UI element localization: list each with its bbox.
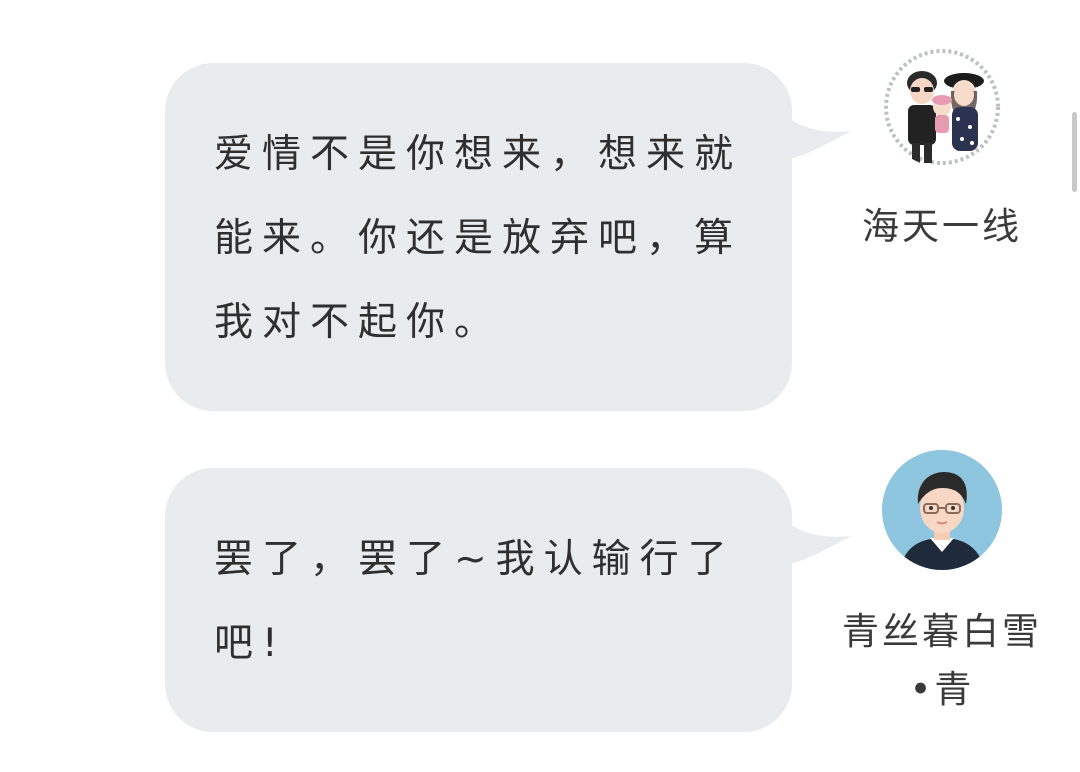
chat-screen: 爱情不是你想来，想来就能来。你还是放弃吧，算我对不起你。 海天一线 罢了，罢了~… xyxy=(0,0,1080,772)
message-text: 爱情不是你想来，想来就能来。你还是放弃吧，算我对不起你。 xyxy=(214,132,743,345)
message-bubble[interactable]: 爱情不是你想来，想来就能来。你还是放弃吧，算我对不起你。 xyxy=(165,63,792,411)
man-with-glasses-avatar-icon[interactable] xyxy=(882,450,1002,570)
sender-name[interactable]: 青丝暮白雪•青 xyxy=(842,603,1042,719)
message-text: 罢了，罢了~我认输行了吧! xyxy=(214,537,736,666)
sender-name[interactable]: 海天一线 xyxy=(842,198,1042,256)
man-with-glasses-avatar-icon xyxy=(882,450,1002,570)
bubble-tail-icon xyxy=(790,524,852,564)
scrollbar[interactable] xyxy=(1072,112,1077,192)
couple-cartoon-avatar-icon[interactable] xyxy=(882,47,1002,167)
couple-cartoon-avatar-icon xyxy=(884,49,1000,165)
bubble-tail-icon xyxy=(790,119,852,159)
message-bubble[interactable]: 罢了，罢了~我认输行了吧! xyxy=(165,468,792,732)
